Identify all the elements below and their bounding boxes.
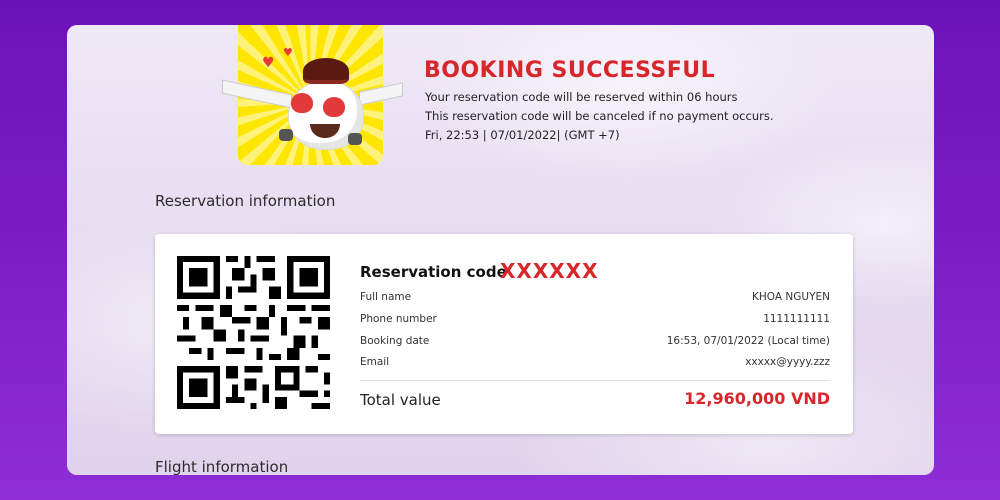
email-value: xxxxx@yyyy.zzz [745, 356, 830, 368]
reservation-cancel-note: This reservation code will be canceled i… [425, 109, 774, 123]
divider [360, 380, 830, 381]
reservation-code-label: Reservation code [360, 263, 507, 281]
phone-label: Phone number [360, 313, 437, 325]
booking-success-title: BOOKING SUCCESSFUL [424, 58, 716, 83]
booking-timestamp: Fri, 22:53 | 07/01/2022| (GMT +7) [425, 128, 620, 142]
phone-value: 1111111111 [763, 313, 830, 325]
total-value-amount: 12,960,000 VND [684, 389, 830, 408]
booking-date-value: 16:53, 07/01/2022 (Local time) [666, 335, 830, 347]
mascot-hat-icon [303, 58, 349, 84]
flight-section-title: Flight information [155, 458, 289, 475]
full-name-value: KHOA NGUYEN [752, 291, 830, 303]
booking-date-label: Booking date [360, 335, 430, 347]
heart-eye-left-icon [291, 93, 313, 113]
heart-eye-right-icon [323, 97, 345, 117]
reservation-section-title: Reservation information [155, 192, 336, 210]
reservation-card: Reservation code XXXXXX Full name KHOA N… [155, 234, 853, 434]
qr-code-icon [177, 256, 330, 409]
total-value-label: Total value [360, 391, 441, 409]
full-name-label: Full name [360, 291, 412, 303]
booking-page: ♥ ♥ BOOKING SUCCESSFUL Your reservation … [67, 25, 934, 475]
heart-icon: ♥ [262, 55, 275, 71]
heart-icon: ♥ [283, 46, 293, 59]
reservation-hold-note: Your reservation code will be reserved w… [425, 90, 738, 104]
email-label: Email [360, 356, 390, 368]
engine-right-icon [348, 133, 362, 145]
reservation-code-value: XXXXXX [500, 259, 599, 283]
engine-left-icon [279, 129, 293, 141]
